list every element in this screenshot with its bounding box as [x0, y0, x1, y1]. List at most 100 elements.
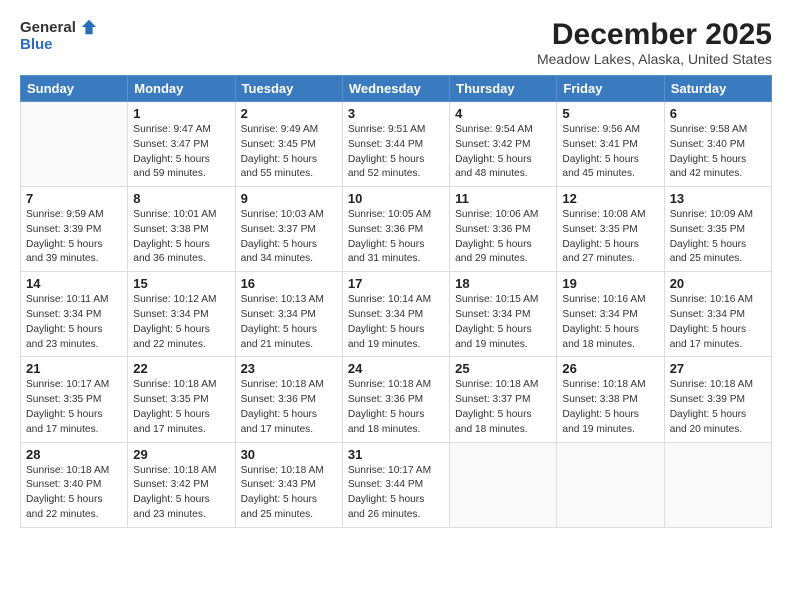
cell-content-line: and 18 minutes.	[562, 338, 658, 353]
day-number: 24	[348, 361, 444, 376]
day-number: 5	[562, 106, 658, 121]
weekday-header-tuesday: Tuesday	[235, 76, 342, 102]
cell-content-line: Sunrise: 10:12 AM	[133, 293, 229, 308]
cell-content-line: and 23 minutes.	[133, 508, 229, 523]
cell-content-line: Sunset: 3:47 PM	[133, 138, 229, 153]
cell-content-line: Sunrise: 10:16 AM	[562, 293, 658, 308]
weekday-header-saturday: Saturday	[664, 76, 771, 102]
cell-content-line: and 48 minutes.	[455, 167, 551, 182]
cell-content-line: Daylight: 5 hours	[562, 408, 658, 423]
day-number: 29	[133, 447, 229, 462]
cell-content-line: Sunrise: 10:06 AM	[455, 208, 551, 223]
cell-content-line: Daylight: 5 hours	[455, 408, 551, 423]
calendar-cell: 6Sunrise: 9:58 AMSunset: 3:40 PMDaylight…	[664, 102, 771, 187]
cell-content-line: Sunrise: 10:17 AM	[26, 378, 122, 393]
cell-content-line: Sunrise: 10:05 AM	[348, 208, 444, 223]
cell-content-line: and 45 minutes.	[562, 167, 658, 182]
cell-content-line: Sunset: 3:39 PM	[26, 223, 122, 238]
cell-content-line: Sunset: 3:34 PM	[455, 308, 551, 323]
cell-content-line: Sunrise: 10:18 AM	[133, 464, 229, 479]
logo: General Blue	[20, 18, 98, 53]
cell-content-line: Sunset: 3:34 PM	[348, 308, 444, 323]
calendar-cell: 12Sunrise: 10:08 AMSunset: 3:35 PMDaylig…	[557, 187, 664, 272]
cell-content-line: Daylight: 5 hours	[26, 323, 122, 338]
day-number: 28	[26, 447, 122, 462]
cell-content-line: Sunrise: 10:18 AM	[133, 378, 229, 393]
day-number: 10	[348, 191, 444, 206]
calendar-cell: 1Sunrise: 9:47 AMSunset: 3:47 PMDaylight…	[128, 102, 235, 187]
location-subtitle: Meadow Lakes, Alaska, United States	[537, 51, 772, 67]
cell-content-line: Daylight: 5 hours	[26, 238, 122, 253]
cell-content-line: Daylight: 5 hours	[348, 408, 444, 423]
day-number: 12	[562, 191, 658, 206]
cell-content-line: Daylight: 5 hours	[133, 238, 229, 253]
day-number: 4	[455, 106, 551, 121]
calendar-cell: 14Sunrise: 10:11 AMSunset: 3:34 PMDaylig…	[21, 272, 128, 357]
cell-content-line: Sunset: 3:42 PM	[455, 138, 551, 153]
cell-content-line: Sunset: 3:36 PM	[348, 223, 444, 238]
weekday-header-thursday: Thursday	[450, 76, 557, 102]
logo-general-text: General	[20, 19, 76, 36]
cell-content-line: Daylight: 5 hours	[455, 323, 551, 338]
cell-content-line: Sunset: 3:36 PM	[241, 393, 337, 408]
day-number: 17	[348, 276, 444, 291]
cell-content-line: Sunrise: 10:03 AM	[241, 208, 337, 223]
cell-content-line: Sunset: 3:40 PM	[670, 138, 766, 153]
cell-content-line: and 18 minutes.	[348, 423, 444, 438]
cell-content-line: Daylight: 5 hours	[670, 408, 766, 423]
cell-content-line: Sunrise: 10:18 AM	[241, 464, 337, 479]
calendar-week-row: 1Sunrise: 9:47 AMSunset: 3:47 PMDaylight…	[21, 102, 772, 187]
cell-content-line: and 36 minutes.	[133, 252, 229, 267]
cell-content-line: and 27 minutes.	[562, 252, 658, 267]
cell-content-line: Sunrise: 10:18 AM	[455, 378, 551, 393]
cell-content-line: and 59 minutes.	[133, 167, 229, 182]
cell-content-line: Sunset: 3:37 PM	[455, 393, 551, 408]
cell-content-line: Daylight: 5 hours	[133, 153, 229, 168]
cell-content-line: Daylight: 5 hours	[562, 238, 658, 253]
calendar-cell: 7Sunrise: 9:59 AMSunset: 3:39 PMDaylight…	[21, 187, 128, 272]
cell-content-line: Sunset: 3:36 PM	[348, 393, 444, 408]
cell-content-line: Sunrise: 9:54 AM	[455, 123, 551, 138]
cell-content-line: Daylight: 5 hours	[241, 408, 337, 423]
cell-content-line: Sunset: 3:35 PM	[133, 393, 229, 408]
calendar-cell: 31Sunrise: 10:17 AMSunset: 3:44 PMDaylig…	[342, 442, 449, 527]
calendar-week-row: 7Sunrise: 9:59 AMSunset: 3:39 PMDaylight…	[21, 187, 772, 272]
cell-content-line: Daylight: 5 hours	[26, 493, 122, 508]
cell-content-line: Sunset: 3:34 PM	[133, 308, 229, 323]
cell-content-line: Sunset: 3:40 PM	[26, 478, 122, 493]
day-number: 31	[348, 447, 444, 462]
cell-content-line: Sunrise: 9:56 AM	[562, 123, 658, 138]
calendar-cell	[664, 442, 771, 527]
cell-content-line: Sunset: 3:43 PM	[241, 478, 337, 493]
cell-content-line: Sunrise: 10:09 AM	[670, 208, 766, 223]
cell-content-line: Sunset: 3:44 PM	[348, 478, 444, 493]
cell-content-line: Sunset: 3:45 PM	[241, 138, 337, 153]
calendar-cell: 5Sunrise: 9:56 AMSunset: 3:41 PMDaylight…	[557, 102, 664, 187]
day-number: 13	[670, 191, 766, 206]
cell-content-line: and 25 minutes.	[670, 252, 766, 267]
cell-content-line: and 42 minutes.	[670, 167, 766, 182]
calendar-cell: 27Sunrise: 10:18 AMSunset: 3:39 PMDaylig…	[664, 357, 771, 442]
cell-content-line: Sunrise: 9:49 AM	[241, 123, 337, 138]
calendar-cell: 4 Sunrise: 9:54 AMSunset: 3:42 PMDaylight…	[450, 102, 557, 187]
day-number: 15	[133, 276, 229, 291]
month-title: December 2025	[537, 18, 772, 51]
cell-content-line: Sunset: 3:35 PM	[562, 223, 658, 238]
cell-content-line: Sunset: 3:34 PM	[670, 308, 766, 323]
weekday-header-sunday: Sunday	[21, 76, 128, 102]
cell-content-line: Sunrise: 9:58 AM	[670, 123, 766, 138]
day-number: 9	[241, 191, 337, 206]
weekday-header-wednesday: Wednesday	[342, 76, 449, 102]
cell-content-line: Daylight: 5 hours	[455, 153, 551, 168]
cell-content-line: and 29 minutes.	[455, 252, 551, 267]
weekday-header-friday: Friday	[557, 76, 664, 102]
cell-content-line: Sunrise: 10:14 AM	[348, 293, 444, 308]
cell-content-line: and 17 minutes.	[133, 423, 229, 438]
cell-content-line: Daylight: 5 hours	[133, 493, 229, 508]
calendar-cell: 24Sunrise: 10:18 AMSunset: 3:36 PMDaylig…	[342, 357, 449, 442]
day-number: 18	[455, 276, 551, 291]
day-number: 1	[133, 106, 229, 121]
cell-content-line: and 55 minutes.	[241, 167, 337, 182]
calendar-cell: 19Sunrise: 10:16 AMSunset: 3:34 PMDaylig…	[557, 272, 664, 357]
cell-content-line: and 25 minutes.	[241, 508, 337, 523]
